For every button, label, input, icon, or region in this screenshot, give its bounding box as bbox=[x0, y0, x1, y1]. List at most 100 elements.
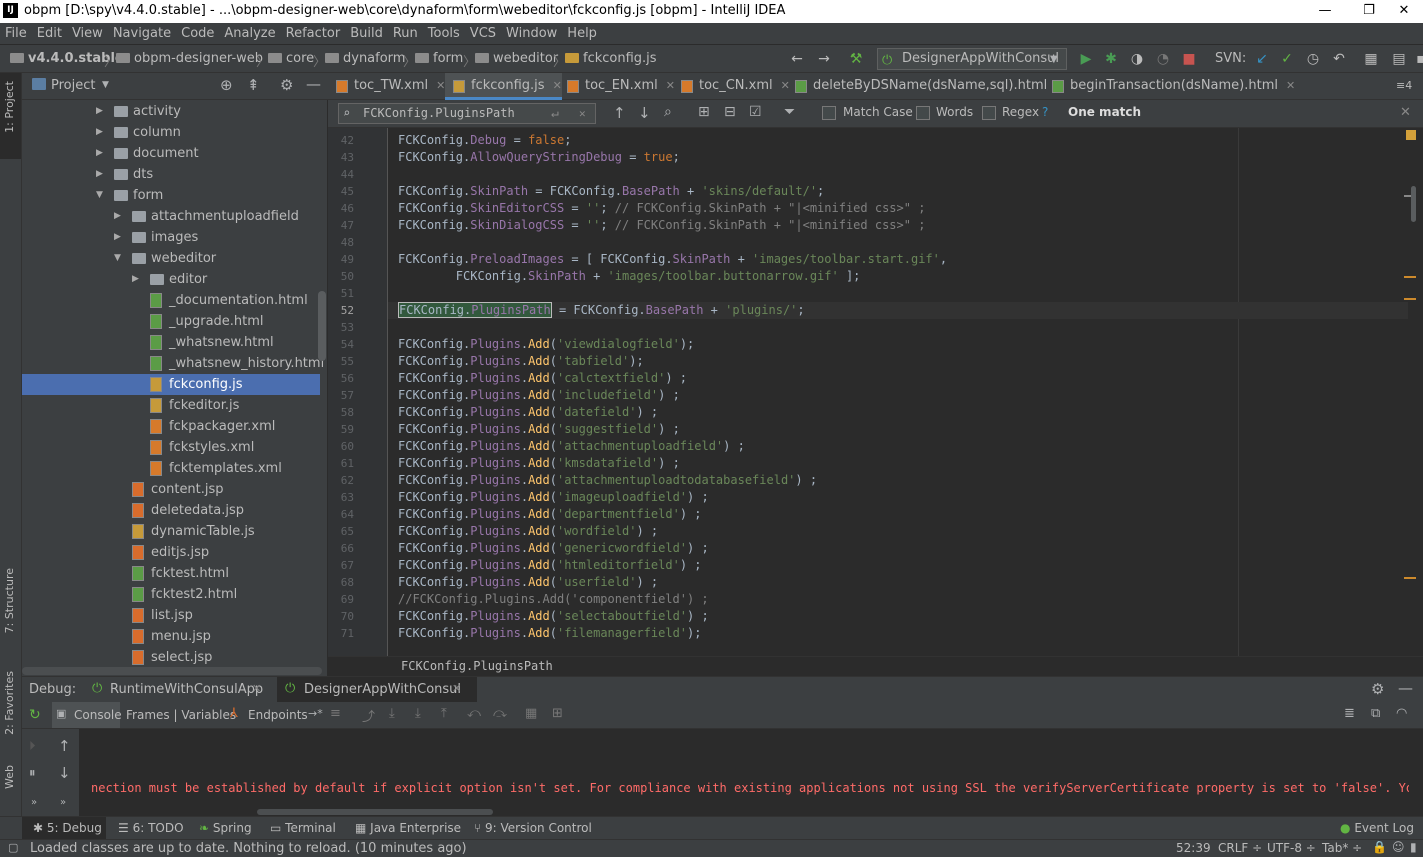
tree-item[interactable]: fcktest2.html bbox=[22, 584, 320, 605]
code-line[interactable]: FCKConfig.Plugins.Add('suggestfield') ; bbox=[398, 421, 680, 438]
stop-icon[interactable]: ■ bbox=[1180, 50, 1198, 68]
menu-code[interactable]: Code bbox=[176, 23, 219, 45]
bottom-tab-terminal[interactable]: ▭ Terminal bbox=[270, 821, 336, 835]
tree-item[interactable]: ▶ activity bbox=[22, 101, 320, 122]
tree-item[interactable]: dynamicTable.js bbox=[22, 521, 320, 542]
tab-console[interactable]: Console bbox=[74, 708, 122, 722]
code-line[interactable]: FCKConfig.AllowQueryStringDebug = true; bbox=[398, 149, 680, 166]
tab-deletebydsname[interactable]: deleteByDSName(dsName,sql).html✕ bbox=[787, 73, 1064, 100]
tree-item[interactable]: ▶ column bbox=[22, 122, 320, 143]
collapsed-arrow-icon[interactable]: ▶ bbox=[114, 227, 121, 248]
code-line[interactable]: FCKConfig.PluginsPath = FCKConfig.BasePa… bbox=[388, 302, 1408, 319]
add-occurrence-icon[interactable]: ⊞ bbox=[698, 104, 710, 120]
scroll-from-source-icon[interactable]: ⊕ bbox=[220, 76, 233, 94]
collapsed-arrow-icon[interactable]: ▶ bbox=[96, 101, 103, 122]
tool-tab-structure[interactable]: 7: Structure bbox=[3, 568, 16, 633]
tree-item[interactable]: fcktest.html bbox=[22, 563, 320, 584]
tree-item[interactable]: ▼ webeditor bbox=[22, 248, 320, 269]
console-vertical-scrollbar[interactable] bbox=[1412, 729, 1419, 817]
filter-icon[interactable]: ⏷ bbox=[784, 104, 795, 120]
menu-window[interactable]: Window bbox=[501, 23, 562, 45]
close-icon[interactable]: ✕ bbox=[452, 682, 461, 695]
code-line[interactable]: FCKConfig.Plugins.Add('attachmentuploadf… bbox=[398, 438, 745, 455]
layout-icon[interactable]: ≣ bbox=[1344, 706, 1355, 721]
tree-item[interactable]: fckeditor.js bbox=[22, 395, 320, 416]
tree-item[interactable]: _documentation.html bbox=[22, 290, 320, 311]
collapsed-arrow-icon[interactable]: ▶ bbox=[96, 122, 103, 143]
find-all-icon[interactable]: ⌕ bbox=[664, 104, 672, 120]
tool-tab-web[interactable]: Web bbox=[3, 765, 16, 789]
code-line[interactable]: FCKConfig.SkinEditorCSS = ''; // FCKConf… bbox=[398, 200, 925, 217]
next-occurrence-icon[interactable]: ↓ bbox=[638, 104, 651, 122]
hide-panel-icon[interactable]: — bbox=[306, 75, 321, 93]
scroll-down-icon[interactable]: ↓ bbox=[58, 764, 71, 782]
run-icon[interactable]: ▶ bbox=[1077, 50, 1095, 68]
inspection-status-icon[interactable] bbox=[1406, 130, 1416, 140]
tree-item[interactable]: ▶ editor bbox=[22, 269, 320, 290]
expanded-arrow-icon[interactable]: ▼ bbox=[96, 185, 103, 206]
evaluate-icon[interactable]: ▦ bbox=[525, 706, 537, 721]
console-horizontal-scrollbar[interactable] bbox=[257, 809, 493, 815]
tree-item[interactable]: fckpackager.xml bbox=[22, 416, 320, 437]
tree-item[interactable]: deletedata.jsp bbox=[22, 500, 320, 521]
resume-icon[interactable]: ⏵ bbox=[29, 739, 36, 754]
tab-frames-variables[interactable]: Frames | Variables bbox=[126, 708, 236, 722]
breadcrumb-dynaform[interactable]: dynaform bbox=[325, 51, 405, 66]
menu-edit[interactable]: Edit bbox=[32, 23, 67, 45]
collapsed-arrow-icon[interactable]: ▶ bbox=[96, 143, 103, 164]
menu-vcs[interactable]: VCS bbox=[465, 23, 501, 45]
bottom-tab-java-enterprise[interactable]: ▦ Java Enterprise bbox=[355, 821, 461, 835]
menu-icon[interactable]: ≡ bbox=[330, 706, 341, 721]
tree-item[interactable]: ▶ images bbox=[22, 227, 320, 248]
tree-item[interactable]: menu.jsp bbox=[22, 626, 320, 647]
bottom-tab-version-control[interactable]: ⑂ 9: Version Control bbox=[474, 821, 592, 835]
tab-toc-tw[interactable]: toc_TW.xml ✕ bbox=[328, 73, 445, 100]
pause-icon[interactable]: ⏸ bbox=[29, 766, 36, 781]
gear-icon[interactable]: ⚙ bbox=[1371, 680, 1384, 698]
menu-refactor[interactable]: Refactor bbox=[281, 23, 346, 45]
session-runtime[interactable]: RuntimeWithConsulApp bbox=[110, 682, 263, 697]
tree-item[interactable]: _upgrade.html bbox=[22, 311, 320, 332]
line-separator[interactable]: CRLF ÷ bbox=[1218, 841, 1262, 855]
newline-icon[interactable]: ↵ bbox=[551, 104, 559, 123]
tab-toc-cn[interactable]: toc_CN.xml ✕ bbox=[673, 73, 790, 100]
tree-horizontal-scrollbar[interactable] bbox=[22, 667, 322, 675]
tree-item[interactable]: content.jsp bbox=[22, 479, 320, 500]
code-line[interactable]: FCKConfig.Plugins.Add('attachmentuploadt… bbox=[398, 472, 817, 489]
tab-overflow-button[interactable]: ≡4 bbox=[1396, 79, 1412, 92]
trace-icon[interactable]: ⊞ bbox=[552, 706, 563, 721]
code-line[interactable]: FCKConfig.Plugins.Add('filemanagerfield'… bbox=[398, 625, 701, 642]
rerun-icon[interactable]: ↻ bbox=[29, 707, 41, 723]
layout-toggle-icon[interactable]: ▢ bbox=[8, 841, 18, 854]
gear-icon[interactable]: ⚙ bbox=[280, 76, 293, 94]
menu-analyze[interactable]: Analyze bbox=[219, 23, 280, 45]
more-icon[interactable]: » bbox=[60, 797, 66, 808]
collapsed-arrow-icon[interactable]: ▶ bbox=[114, 206, 121, 227]
drop-frame-icon[interactable]: ⤺ bbox=[467, 706, 481, 721]
performance-icon[interactable]: ◠ bbox=[1396, 706, 1407, 721]
words-checkbox[interactable] bbox=[916, 106, 930, 120]
expanded-arrow-icon[interactable]: ▼ bbox=[114, 248, 121, 269]
pin-icon[interactable]: →* bbox=[308, 707, 323, 720]
tree-scrollbar[interactable] bbox=[318, 291, 326, 361]
code-line[interactable]: FCKConfig.Plugins.Add('calctextfield') ; bbox=[398, 370, 687, 387]
clear-icon[interactable]: ✕ bbox=[579, 104, 586, 123]
tree-item[interactable]: _whatsnew.html bbox=[22, 332, 320, 353]
svn-update-icon[interactable]: ↙ bbox=[1253, 50, 1271, 68]
tab-begintransaction[interactable]: beginTransaction(dsName).html ✕ bbox=[1044, 73, 1295, 100]
code-line[interactable]: FCKConfig.Plugins.Add('userfield') ; bbox=[398, 574, 658, 591]
tree-item[interactable]: ▶ dts bbox=[22, 164, 320, 185]
back-icon[interactable]: ← bbox=[788, 50, 806, 68]
breadcrumb-file[interactable]: fckconfig.js bbox=[565, 51, 657, 66]
coverage-icon[interactable]: ◑ bbox=[1128, 50, 1146, 68]
minimize-button[interactable]: — bbox=[1303, 0, 1347, 23]
run-to-cursor-icon[interactable]: ⤼ bbox=[493, 706, 507, 721]
code-line[interactable]: FCKConfig.Plugins.Add('datefield') ; bbox=[398, 404, 658, 421]
revert-icon[interactable]: ↶ bbox=[1330, 50, 1348, 68]
menu-view[interactable]: View bbox=[67, 23, 108, 45]
history-icon[interactable]: ◷ bbox=[1304, 50, 1322, 68]
console-output[interactable]: nection must be established by default i… bbox=[79, 729, 1409, 817]
code-line[interactable]: FCKConfig.Plugins.Add('tabfield'); bbox=[398, 353, 644, 370]
menu-tools[interactable]: Tools bbox=[423, 23, 465, 45]
bottom-tab-todo[interactable]: ☰ 6: TODO bbox=[118, 821, 184, 835]
